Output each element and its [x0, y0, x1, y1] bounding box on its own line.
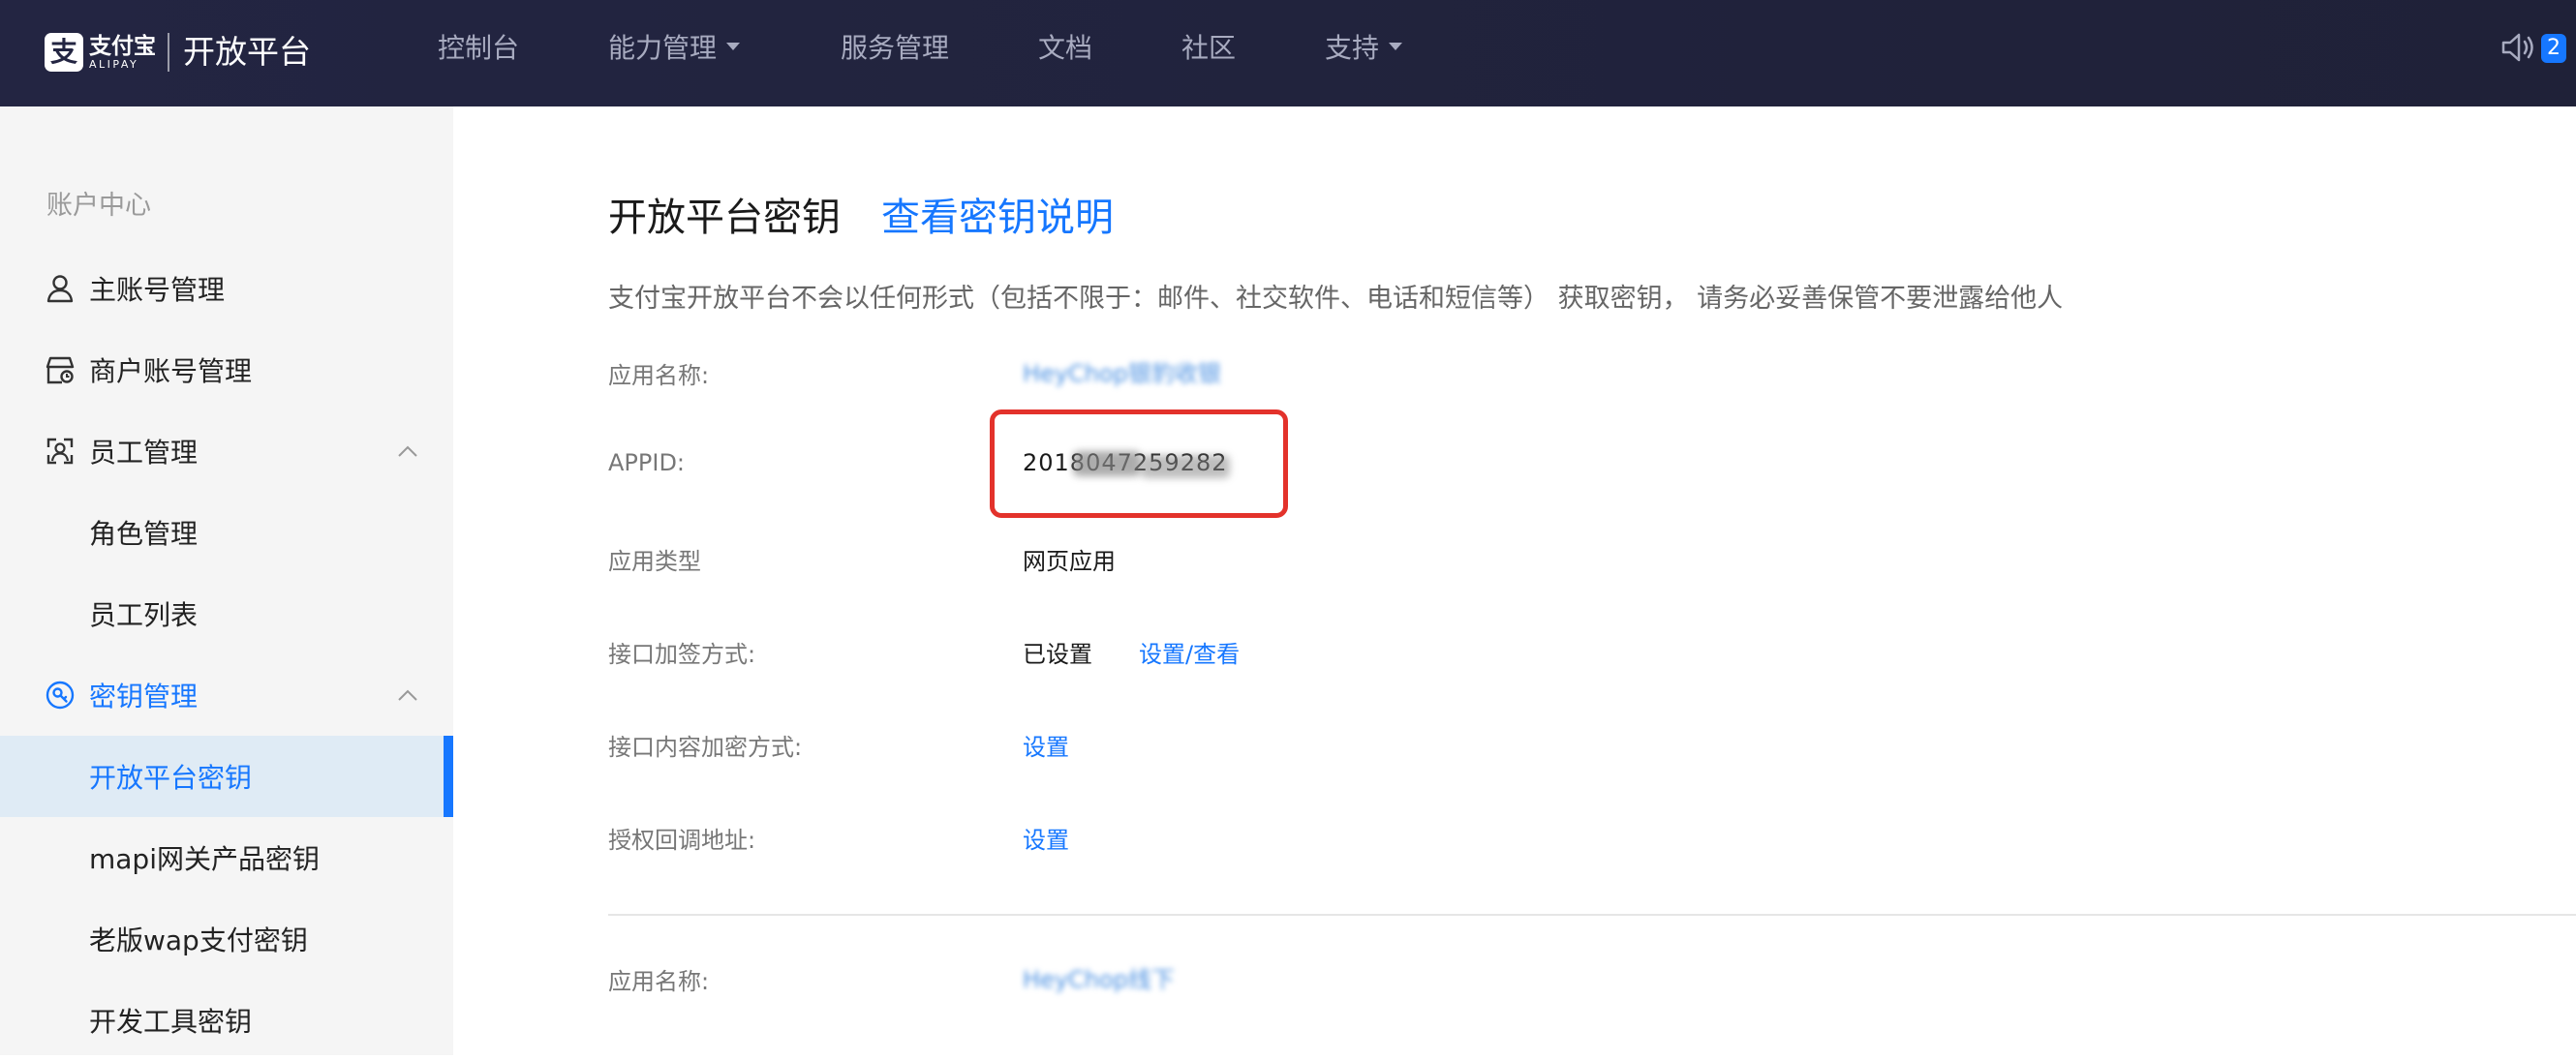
nav-community-label: 社区	[1181, 32, 1237, 64]
speaker-icon[interactable]	[2500, 31, 2537, 64]
chevron-down-icon	[726, 43, 741, 50]
sidebar-item-key-management[interactable]: 密钥管理	[0, 654, 453, 736]
nav-community[interactable]: 社区	[1181, 27, 1236, 70]
view-key-docs-link[interactable]: 查看密钥说明	[881, 186, 1114, 242]
second-app-name-value[interactable]: HeyChop线下	[1023, 960, 1175, 994]
app-name-value[interactable]: HeyChop银豹收银	[1023, 354, 1221, 388]
notification-count-badge[interactable]: 2	[2541, 34, 2566, 63]
alipay-logo-glyph: 支	[49, 36, 77, 68]
sidebar-item-label: mapi网关产品密钥	[89, 843, 320, 875]
sidebar-item-merchant-account[interactable]: 商户账号管理	[0, 329, 453, 410]
sidebar-item-label: 主账号管理	[89, 274, 226, 306]
brand-name-en: ALIPAY	[89, 58, 139, 71]
nav-capability-management[interactable]: 能力管理	[608, 27, 741, 70]
nav-support[interactable]: 支持	[1325, 27, 1403, 70]
product-name: 开放平台	[183, 33, 311, 71]
sidebar: 账户中心 主账号管理 商户账号管理 员工管理 角色管理 员工列表 密钥管理 开放…	[0, 106, 453, 1055]
redaction-mask	[1141, 455, 1230, 478]
key-icon	[46, 681, 75, 710]
app-type-value: 网页应用	[1023, 548, 1116, 575]
sidebar-item-label: 员工管理	[89, 437, 199, 469]
staff-icon	[46, 438, 74, 465]
nav-support-label: 支持	[1325, 32, 1380, 64]
redaction-mask	[1073, 451, 1141, 476]
user-icon	[46, 275, 74, 303]
alipay-logo-mark: 支	[45, 33, 83, 72]
nav-capability-label: 能力管理	[608, 32, 718, 64]
sidebar-item-label: 角色管理	[89, 518, 199, 550]
callback-url-set-link[interactable]: 设置	[1023, 821, 1069, 855]
nav-docs[interactable]: 文档	[1038, 27, 1092, 70]
sign-method-status: 已设置	[1023, 641, 1092, 668]
app-name-label: 应用名称:	[608, 362, 710, 389]
section-divider	[608, 914, 2576, 916]
page-title: 开放平台密钥	[608, 196, 841, 240]
merchant-icon	[46, 356, 75, 384]
sidebar-item-label: 密钥管理	[89, 681, 199, 712]
sidebar-header: 账户中心	[46, 191, 151, 221]
chevron-up-icon[interactable]	[397, 444, 418, 458]
callback-url-label: 授权回调地址:	[608, 827, 756, 854]
main-content: 开放平台密钥 查看密钥说明 支付宝开放平台不会以任何形式（包括不限于：邮件、社交…	[453, 106, 2576, 1055]
nav-console[interactable]: 控制台	[438, 27, 519, 70]
encrypt-method-set-link[interactable]: 设置	[1023, 728, 1069, 762]
sign-method-label: 接口加签方式:	[608, 641, 756, 668]
nav-docs-label: 文档	[1038, 32, 1093, 64]
app-type-label: 应用类型	[608, 548, 701, 575]
chevron-up-icon[interactable]	[397, 688, 418, 702]
alipay-logo[interactable]: 支 支付宝 ALIPAY 开放平台	[45, 27, 311, 77]
sidebar-item-label: 开发工具密钥	[89, 1006, 253, 1038]
appid-label: APPID:	[608, 449, 686, 476]
sidebar-item-mapi-gateway-key[interactable]: mapi网关产品密钥	[0, 817, 453, 898]
nav-service-management[interactable]: 服务管理	[841, 27, 949, 70]
top-navigation-bar: 支 支付宝 ALIPAY 开放平台 控制台 能力管理 服务管理 文档 社区 支持…	[0, 0, 2576, 106]
security-warning: 支付宝开放平台不会以任何形式（包括不限于：邮件、社交软件、电话和短信等） 获取密…	[608, 284, 2064, 314]
sidebar-item-role-management[interactable]: 角色管理	[0, 492, 453, 573]
nav-service-label: 服务管理	[841, 32, 950, 64]
second-app-name-label: 应用名称:	[608, 968, 710, 995]
brand-name-cn: 支付宝	[89, 34, 156, 59]
encrypt-method-label: 接口内容加密方式:	[608, 734, 803, 761]
sidebar-item-label: 员工列表	[89, 599, 199, 631]
sidebar-item-dev-tool-key[interactable]: 开发工具密钥	[0, 980, 453, 1061]
sidebar-item-staff-list[interactable]: 员工列表	[0, 573, 453, 654]
sidebar-item-main-account[interactable]: 主账号管理	[0, 248, 453, 329]
logo-divider	[168, 33, 169, 72]
sidebar-item-label: 商户账号管理	[89, 355, 253, 387]
alipay-logo-text: 支付宝 ALIPAY	[89, 34, 156, 71]
sidebar-item-label: 开放平台密钥	[89, 762, 253, 794]
nav-console-label: 控制台	[438, 32, 520, 64]
sidebar-item-legacy-wap-key[interactable]: 老版wap支付密钥	[0, 898, 453, 980]
chevron-down-icon	[1389, 43, 1403, 50]
sidebar-item-staff-management[interactable]: 员工管理	[0, 410, 453, 492]
sign-method-set-view-link[interactable]: 设置/查看	[1139, 635, 1240, 669]
sidebar-item-label: 老版wap支付密钥	[89, 925, 308, 956]
sidebar-item-open-platform-key[interactable]: 开放平台密钥	[0, 736, 453, 817]
